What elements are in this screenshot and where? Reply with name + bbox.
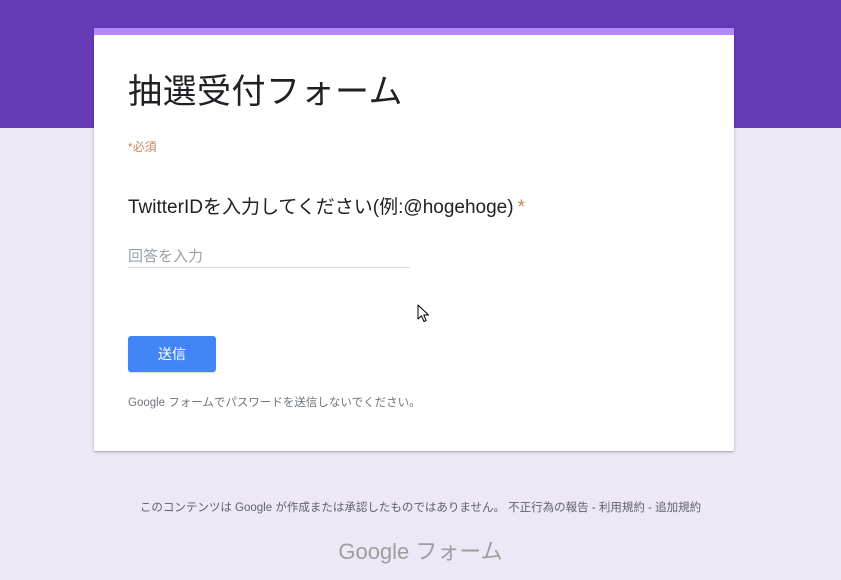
mouse-pointer-icon [417,304,429,322]
report-abuse-link[interactable]: 不正行為の報告 [508,502,589,514]
terms-link[interactable]: 利用規約 [599,502,645,514]
footer-disclaimer: このコンテンツは Google が作成または承認したものではありません。 [139,502,505,514]
brand-google-text: Google [338,539,410,564]
footer-separator: - [644,502,656,514]
required-note: *必須 [128,140,157,154]
brand-forms-text: フォーム [415,539,503,564]
answer-input[interactable] [128,245,410,268]
password-warning: Google フォームでパスワードを送信しないでください。 [128,397,421,409]
question-title: TwitterIDを入力してください(例:@hogehoge) * [128,196,525,220]
question-label: TwitterIDを入力してください(例:@hogehoge) [128,197,514,218]
required-asterisk: * [517,197,525,218]
card-accent-bar [94,28,734,35]
form-card: 抽選受付フォーム *必須 TwitterIDを入力してください(例:@hogeh… [94,28,734,451]
additional-terms-link[interactable]: 追加規約 [655,502,701,514]
footer: このコンテンツは Google が作成または承認したものではありません。 不正行… [0,501,841,515]
submit-button[interactable]: 送信 [128,336,216,372]
footer-separator: - [588,502,599,514]
form-title: 抽選受付フォーム [128,73,403,111]
google-forms-logo[interactable]: Google フォーム [0,538,841,566]
